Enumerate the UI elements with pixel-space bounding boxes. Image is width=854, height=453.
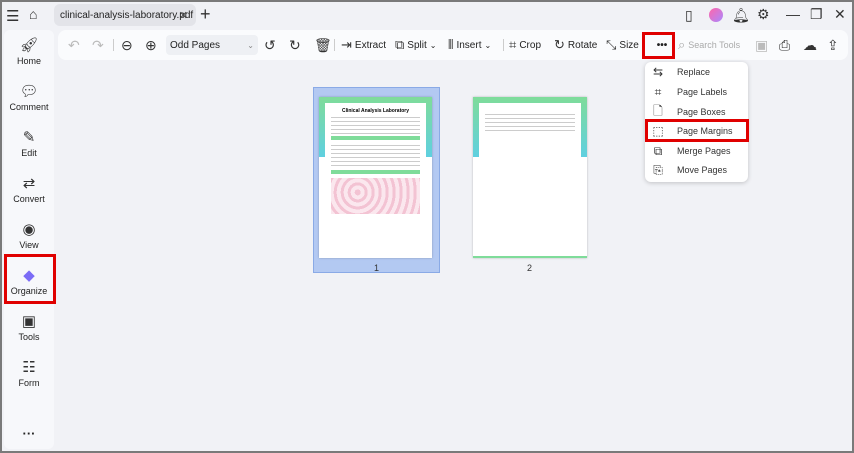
page-margins-highlight: [645, 119, 749, 142]
sidebar-item-convert[interactable]: ⇄ Convert: [4, 174, 54, 204]
size-label: Size: [619, 39, 639, 51]
split-label: Split: [407, 39, 427, 51]
replace-icon: ⇆: [652, 65, 664, 79]
save-icon[interactable]: ▣: [755, 30, 768, 60]
crop-button[interactable]: ⌗ Crop: [509, 30, 541, 60]
sidebar-item-edit[interactable]: ✎ Edit: [4, 128, 54, 158]
title-bar: ☰ ⌂ clinical-analysis-laboratory.pdf ✕ +…: [2, 2, 852, 28]
cell-image: [331, 178, 420, 214]
menu-item-move-pages[interactable]: ⎘ Move Pages: [645, 160, 748, 180]
sidebar-label: Tools: [18, 332, 40, 342]
split-icon: ⧉: [395, 37, 405, 52]
menu-label: Move Pages: [677, 165, 728, 175]
page-1-thumbnail[interactable]: Clinical Analysis Laboratory: [319, 97, 432, 258]
menu-item-replace[interactable]: ⇆ Replace: [645, 62, 748, 82]
menu-item-merge-pages[interactable]: ⧉ Merge Pages: [645, 141, 748, 161]
menu-icon[interactable]: ☰: [6, 7, 19, 25]
gear-icon[interactable]: ⚙: [757, 6, 770, 23]
rotate-label: Rotate: [567, 39, 598, 51]
sidebar-item-comment[interactable]: 💬︎ Comment: [4, 82, 54, 112]
extract-button[interactable]: ⇥ Extract: [341, 30, 386, 60]
page-labels-icon: ⌗: [654, 84, 662, 99]
close-tab-icon[interactable]: ✕: [179, 9, 188, 22]
toolbar: ↶ ↷ ⊖ ⊕ Odd Pages ⌄ ↺ ↻ 🗑︎ ⇥ Extract ⧉ Spli…: [58, 30, 848, 60]
mobile-icon[interactable]: ▯: [685, 7, 693, 24]
home-icon[interactable]: ⌂: [29, 6, 37, 22]
sidebar-label: Comment: [9, 102, 49, 112]
zoom-in-icon[interactable]: ⊕: [145, 30, 157, 60]
cloud-upload-icon[interactable]: ☁: [803, 30, 817, 60]
document-tab[interactable]: clinical-analysis-laboratory.pdf ✕: [54, 4, 196, 26]
bell-icon[interactable]: 🔔︎: [732, 7, 750, 24]
sidebar-label: Edit: [21, 148, 37, 158]
share-icon[interactable]: ⇪: [827, 30, 839, 60]
insert-label: Insert: [456, 39, 482, 51]
eye-icon: ◉: [22, 221, 36, 238]
sidebar-label: Convert: [13, 194, 45, 204]
size-icon: ⤡: [606, 37, 617, 52]
page-filter-value: Odd Pages: [170, 39, 221, 51]
page-filter-select[interactable]: Odd Pages ⌄: [166, 35, 258, 55]
search-placeholder: Search Tools: [688, 40, 741, 50]
sidebar: 🚀︎ Home 💬︎ Comment ✎ Edit ⇄ Convert ◉ View ◆ O…: [4, 30, 54, 449]
page-number: 1: [374, 263, 380, 273]
zoom-out-icon[interactable]: ⊖: [121, 30, 133, 60]
app-window: ☰ ⌂ clinical-analysis-laboratory.pdf ✕ +…: [2, 2, 852, 451]
page-2-thumbnail[interactable]: [473, 97, 587, 258]
size-button[interactable]: ⤡ Size: [606, 30, 639, 60]
rotate-button[interactable]: ↻ Rotate: [554, 30, 597, 60]
more-highlight: [642, 32, 675, 59]
close-window-icon[interactable]: ✕: [834, 6, 846, 23]
sidebar-item-home[interactable]: 🚀︎ Home: [4, 36, 54, 66]
organize-highlight: [4, 254, 56, 304]
merge-pages-icon: ⧉: [653, 143, 663, 158]
split-button[interactable]: ⧉ Split ⌄: [395, 30, 436, 60]
move-pages-icon: ⎘: [653, 162, 663, 177]
extract-icon: ⇥: [341, 37, 352, 52]
insert-button[interactable]: ⫴ Insert ⌄: [448, 30, 491, 60]
tab-title: clinical-analysis-laboratory.pdf: [60, 9, 194, 21]
avatar[interactable]: [709, 8, 723, 22]
insert-icon: ⫴: [448, 37, 454, 52]
extract-label: Extract: [354, 39, 387, 51]
new-tab-icon[interactable]: +: [200, 4, 211, 25]
rotate-right-icon[interactable]: ↻: [289, 30, 301, 60]
menu-label: Replace: [677, 67, 711, 77]
rotate-icon: ↻: [554, 37, 565, 52]
search-tools-input[interactable]: ⌕ Search Tools: [678, 30, 740, 60]
redo-icon[interactable]: ↷: [92, 30, 104, 60]
menu-label: Page Boxes: [677, 107, 726, 117]
crop-label: Crop: [519, 39, 542, 51]
comment-icon: 💬︎: [19, 83, 39, 100]
form-icon: ☷: [22, 359, 36, 376]
print-icon[interactable]: ⎙: [779, 30, 790, 60]
restore-icon[interactable]: ❐: [810, 6, 823, 23]
rotate-left-icon[interactable]: ↺: [264, 30, 276, 60]
menu-item-page-labels[interactable]: ⌗ Page Labels: [645, 82, 748, 102]
chevron-down-icon: ⌄: [247, 40, 254, 50]
sidebar-label: Home: [16, 56, 41, 66]
sidebar-item-view[interactable]: ◉ View: [4, 220, 54, 250]
menu-label: Merge Pages: [677, 146, 731, 156]
search-icon: ⌕: [678, 37, 686, 52]
sidebar-label: Form: [18, 378, 40, 388]
more-sidebar-icon[interactable]: ···: [4, 426, 54, 441]
page-number: 2: [527, 263, 533, 273]
rocket-icon: 🚀︎: [19, 37, 39, 54]
menu-label: Page Labels: [677, 87, 728, 97]
toolbox-icon: ▣: [21, 313, 37, 330]
undo-icon[interactable]: ↶: [68, 30, 80, 60]
minimize-icon[interactable]: —: [786, 6, 800, 22]
edit-icon: ✎: [22, 129, 36, 146]
sidebar-item-tools[interactable]: ▣ Tools: [4, 312, 54, 342]
sidebar-label: View: [19, 240, 39, 250]
crop-icon: ⌗: [509, 37, 517, 52]
sidebar-item-form[interactable]: ☷ Form: [4, 358, 54, 388]
delete-icon[interactable]: 🗑︎: [314, 30, 332, 60]
convert-icon: ⇄: [22, 175, 36, 192]
